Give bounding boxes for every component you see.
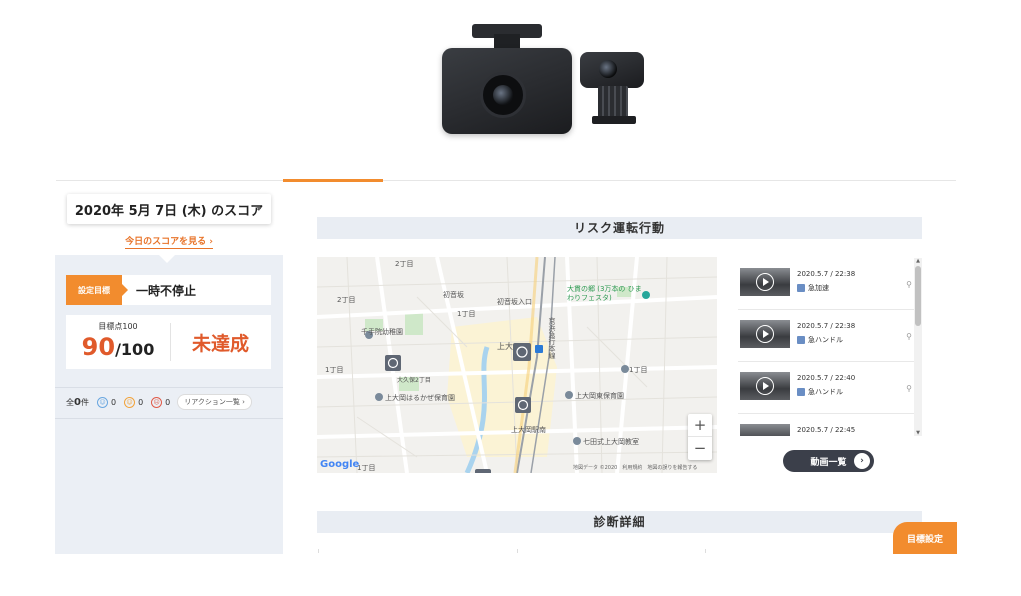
map-label: 1丁目 xyxy=(325,366,344,374)
scroll-up-icon[interactable]: ▲ xyxy=(914,258,922,264)
video-thumbnail[interactable] xyxy=(740,372,790,400)
score-box: 目標点100 90/100 未達成 xyxy=(66,315,271,369)
play-icon xyxy=(756,377,774,395)
page: 2020年 5月 7日 (木) のスコア ▾ 今日のスコアを見る › 設定目標 … xyxy=(0,0,1021,596)
map-label: 初音坂入口 xyxy=(497,298,532,306)
video-item[interactable]: 2020.5.7 / 22:38 急加速 ⚲ xyxy=(738,258,914,310)
map-label: 1丁目 xyxy=(457,310,476,318)
map-label: 千手院幼稚園 xyxy=(361,328,403,336)
map-label: 1丁目 xyxy=(357,464,376,472)
play-icon xyxy=(756,325,774,343)
reaction-row: 全0件 ☺ 0 ☺ 0 ☹ 0 リアクション一覧 › xyxy=(66,394,251,410)
map-label: 2丁目 xyxy=(395,260,414,268)
goal-text: 一時不停止 xyxy=(136,283,197,298)
reaction-orange-count: 0 xyxy=(138,397,144,407)
map-label: 上大 xyxy=(497,342,513,351)
reaction-total: 全0件 xyxy=(66,396,89,408)
map-label: 七田式上大岡教室 xyxy=(583,438,639,446)
score-status: 未達成 xyxy=(191,333,249,355)
video-date: 2020.5.7 / 22:38 xyxy=(797,270,856,278)
video-list-button[interactable]: 動画一覧 › xyxy=(783,450,874,472)
video-date: 2020.5.7 / 22:40 xyxy=(797,374,856,382)
video-list-button-label: 動画一覧 xyxy=(810,457,847,468)
zoom-in-button[interactable]: + xyxy=(688,414,712,437)
score-value: 90 xyxy=(81,333,116,361)
scrollbar-thumb[interactable] xyxy=(915,266,921,326)
score-panel: 2020年 5月 7日 (木) のスコア ▾ 今日のスコアを見る › 設定目標 … xyxy=(55,182,283,554)
video-item[interactable]: 2020.5.7 / 22:45 xyxy=(738,414,914,436)
goal-row: 設定目標 一時不停止 xyxy=(66,275,271,305)
video-thumbnail[interactable] xyxy=(740,424,790,436)
steering-icon xyxy=(797,336,805,344)
chevron-down-icon: ▾ xyxy=(256,204,261,213)
map-zoom-control: + − xyxy=(688,414,712,460)
risk-section-title: リスク運転行動 xyxy=(317,217,922,239)
map-label: 大貫の郷 (3万本の ひまわりフェスタ) xyxy=(567,285,642,302)
video-type: 急ハンドル xyxy=(808,336,843,344)
sad-face-icon: ☹ xyxy=(151,396,163,408)
map-label: 1丁目 xyxy=(629,366,648,374)
chevron-right-icon: › xyxy=(854,453,870,469)
reaction-list-button[interactable]: リアクション一覧 › xyxy=(178,395,251,409)
video-thumbnail[interactable] xyxy=(740,320,790,348)
risk-map[interactable]: 2丁目 2丁目 1丁目 1丁目 1丁目 1丁目 千手院幼稚園 上大岡はるかぜ保育… xyxy=(317,257,717,473)
map-label: 京浜急行本線 xyxy=(548,317,556,359)
pin-icon[interactable]: ⚲ xyxy=(906,280,912,289)
map-label: 上大岡はるかぜ保育園 xyxy=(385,394,455,402)
reaction-red-count: 0 xyxy=(165,397,171,407)
video-type: 急加速 xyxy=(808,284,829,292)
today-score-link[interactable]: 今日のスコアを見る › xyxy=(125,237,213,249)
tab-active-indicator[interactable] xyxy=(283,179,383,182)
dashcam-product-image xyxy=(430,18,670,138)
map-label: 上大岡駅南 xyxy=(511,426,546,434)
map-background xyxy=(317,257,717,473)
video-date: 2020.5.7 / 22:45 xyxy=(797,426,856,434)
pin-icon[interactable]: ⚲ xyxy=(906,332,912,341)
scroll-down-icon[interactable]: ▼ xyxy=(914,430,922,436)
date-selector[interactable]: 2020年 5月 7日 (木) のスコア ▾ xyxy=(67,194,271,224)
tab-divider xyxy=(56,180,956,181)
map-label: 大久保2丁目 xyxy=(397,377,431,384)
video-item[interactable]: 2020.5.7 / 22:38 急ハンドル ⚲ xyxy=(738,310,914,362)
video-date: 2020.5.7 / 22:38 xyxy=(797,322,856,330)
google-logo: Google xyxy=(320,459,360,470)
video-list: 2020.5.7 / 22:38 急加速 ⚲ 2020.5.7 / 22:38 … xyxy=(738,258,922,436)
map-label: 初音坂 xyxy=(443,291,464,299)
video-list-scrollbar[interactable]: ▲ ▼ xyxy=(914,258,922,436)
reaction-blue-count: 0 xyxy=(110,397,117,407)
neutral-face-icon: ☺ xyxy=(124,396,136,408)
smile-icon: ☺ xyxy=(96,396,108,408)
date-selector-label: 2020年 5月 7日 (木) のスコア xyxy=(74,203,264,219)
pointer-arrow xyxy=(159,255,175,263)
goal-setting-button[interactable]: 目標設定 xyxy=(893,522,957,554)
play-icon xyxy=(756,273,774,291)
pin-icon[interactable]: ⚲ xyxy=(906,384,912,393)
map-label: 上大岡東保育園 xyxy=(575,392,624,400)
goal-tag: 設定目標 xyxy=(66,275,128,305)
acceleration-icon xyxy=(797,284,805,292)
video-thumbnail[interactable] xyxy=(740,268,790,296)
score-denominator: /100 xyxy=(115,340,155,359)
map-footer[interactable]: 地図データ ©2020 利用規約 地図の誤りを報告する xyxy=(573,464,697,471)
map-label: 2丁目 xyxy=(337,296,356,304)
score-target-label: 目標点100 xyxy=(98,322,138,331)
zoom-out-button[interactable]: − xyxy=(688,437,712,460)
video-item[interactable]: 2020.5.7 / 22:40 急ハンドル ⚲ xyxy=(738,362,914,414)
diagnosis-section-title: 診断詳細 xyxy=(317,511,922,533)
steering-icon xyxy=(797,388,805,396)
video-type: 急ハンドル xyxy=(808,388,843,396)
